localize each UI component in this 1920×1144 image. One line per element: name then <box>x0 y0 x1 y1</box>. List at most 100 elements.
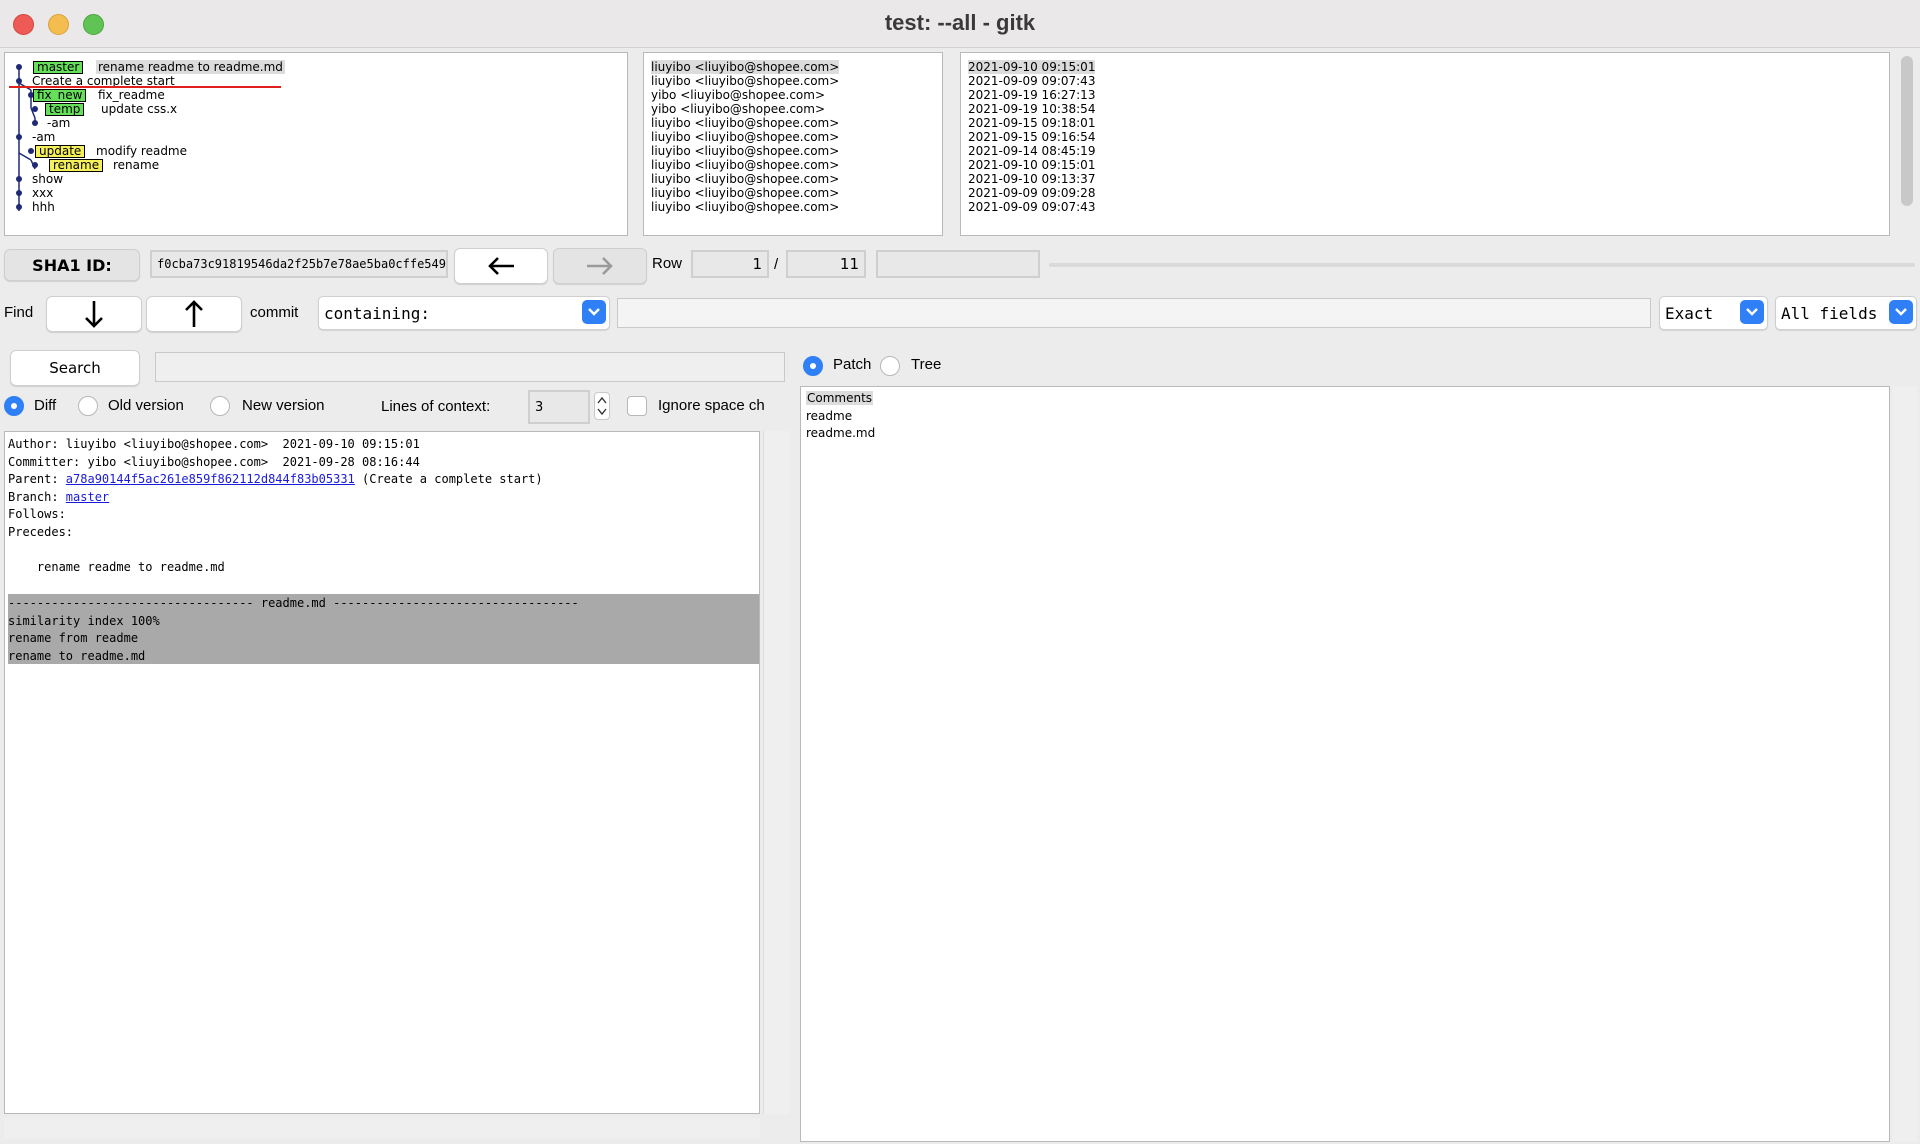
find-prev-button[interactable] <box>146 296 242 332</box>
progress-field <box>876 250 1040 278</box>
find-text-input[interactable] <box>617 298 1651 328</box>
author-row[interactable]: liuyibo <liuyibo@shopee.com> <box>651 200 839 214</box>
commit-details-pane[interactable]: Author: liuyibo <liuyibo@shopee.com> 202… <box>4 431 760 1114</box>
commit-date: 2021-09-09 09:07:43 <box>968 74 1096 88</box>
back-button[interactable] <box>454 248 548 284</box>
author-row[interactable]: liuyibo <liuyibo@shopee.com> <box>651 130 839 144</box>
diff-radio-label: Diff <box>34 397 57 414</box>
author-row[interactable]: liuyibo <liuyibo@shopee.com> <box>651 74 839 88</box>
commit-date: 2021-09-09 09:07:43 <box>968 200 1096 214</box>
find-next-button[interactable] <box>46 296 142 332</box>
author-row[interactable]: liuyibo <liuyibo@shopee.com> <box>651 60 840 74</box>
context-stepper[interactable] <box>594 392 610 420</box>
date-row[interactable]: 2021-09-19 10:38:54 <box>968 102 1095 116</box>
commit-row[interactable]: -am <box>47 116 70 130</box>
author-row[interactable]: liuyibo <liuyibo@shopee.com> <box>651 186 839 200</box>
find-mode-value: containing: <box>324 303 430 323</box>
parent-label: Parent: <box>8 472 66 486</box>
author-row[interactable]: yibo <liuyibo@shopee.com> <box>651 88 825 102</box>
find-mode-select[interactable]: containing: <box>318 296 610 330</box>
new-version-label: New version <box>242 397 325 414</box>
file-item[interactable]: Comments <box>806 390 874 408</box>
author-row[interactable]: liuyibo <liuyibo@shopee.com> <box>651 172 839 186</box>
author-row[interactable]: yibo <liuyibo@shopee.com> <box>651 102 825 116</box>
arrow-up-icon <box>185 300 203 327</box>
find-match-value: Exact <box>1665 303 1714 323</box>
commit-row[interactable]: update css.x <box>101 102 177 116</box>
date-row[interactable]: 2021-09-19 16:27:13 <box>968 88 1095 102</box>
branch-link[interactable]: master <box>66 490 109 504</box>
find-type-label: commit <box>250 304 299 321</box>
commit-row[interactable]: show <box>32 172 63 186</box>
commit-date: 2021-09-10 09:15:01 <box>968 60 1096 74</box>
author-list-pane[interactable]: liuyibo <liuyibo@shopee.com> liuyibo <li… <box>643 52 943 236</box>
commit-node <box>28 148 34 154</box>
scrollbar-thumb[interactable] <box>1901 56 1913 206</box>
author-name: liuyibo <liuyibo@shopee.com> <box>651 172 840 186</box>
sha1-id-field[interactable]: f0cba73c91819546da2f25b7e78ae5ba0cffe549 <box>150 250 448 278</box>
details-hscrollbar[interactable] <box>4 1118 760 1138</box>
window-title: test: --all - gitk <box>884 10 1036 35</box>
author-row[interactable]: liuyibo <liuyibo@shopee.com> <box>651 158 839 172</box>
commit-message: rename readme to readme.md <box>8 559 225 574</box>
date-row[interactable]: 2021-09-10 09:15:01 <box>968 158 1095 172</box>
date-row[interactable]: 2021-09-09 09:07:43 <box>968 74 1095 88</box>
date-row[interactable]: 2021-09-15 09:16:54 <box>968 130 1095 144</box>
arrow-down-icon <box>85 301 103 328</box>
file-list-scrollbar[interactable] <box>1893 386 1917 1142</box>
find-fields-select[interactable]: All fields <box>1775 296 1917 330</box>
commit-row[interactable]: -am <box>32 130 55 144</box>
date-row[interactable]: 2021-09-14 08:45:19 <box>968 144 1095 158</box>
branch-label-update[interactable]: update <box>35 145 86 158</box>
date-row[interactable]: 2021-09-15 09:18:01 <box>968 116 1095 130</box>
commit-subject: update css.x <box>101 102 178 116</box>
patch-radio[interactable] <box>803 356 823 376</box>
details-scrollbar[interactable] <box>763 431 789 1114</box>
branch-label-temp[interactable]: temp <box>45 103 85 116</box>
branch-label-fix-new[interactable]: fix_new <box>33 89 87 102</box>
file-list-pane[interactable]: Comments readme readme.md <box>800 386 1890 1142</box>
old-version-radio[interactable] <box>78 396 98 416</box>
search-button[interactable]: Search <box>10 350 140 386</box>
row-total-field: 11 <box>786 250 866 278</box>
commit-row[interactable]: xxx <box>32 186 53 200</box>
lines-of-context-input[interactable]: 3 <box>528 390 590 424</box>
date-row[interactable]: 2021-09-10 09:15:01 <box>968 60 1096 74</box>
author-name: liuyibo <liuyibo@shopee.com> <box>651 186 840 200</box>
search-input[interactable] <box>155 352 785 382</box>
file-item[interactable]: readme <box>806 408 852 426</box>
parent-subject: (Create a complete start) <box>354 472 543 486</box>
date-list-pane[interactable]: 2021-09-10 09:15:01 2021-09-09 09:07:43 … <box>960 52 1890 236</box>
date-row[interactable]: 2021-09-09 09:09:28 <box>968 186 1095 200</box>
commit-row[interactable]: rename readme to readme.md <box>96 60 285 74</box>
commit-graph-pane[interactable]: master rename readme to readme.md Create… <box>4 52 628 236</box>
branch-label-master[interactable]: master <box>33 61 84 74</box>
date-row[interactable]: 2021-09-09 09:07:43 <box>968 200 1095 214</box>
forward-button[interactable] <box>553 248 647 284</box>
commit-row[interactable]: rename <box>113 158 159 172</box>
precedes-line: Precedes: <box>8 524 74 539</box>
author-row[interactable]: liuyibo <liuyibo@shopee.com> <box>651 144 839 158</box>
commit-node <box>16 204 22 210</box>
branch-line: Branch: master <box>8 489 109 507</box>
commit-list-scrollbar[interactable] <box>1897 52 1917 236</box>
date-row[interactable]: 2021-09-10 09:13:37 <box>968 172 1095 186</box>
commit-node <box>32 106 38 112</box>
find-match-select[interactable]: Exact <box>1659 296 1768 330</box>
parent-line: Parent: a78a90144f5ac261e859f862112d844f… <box>8 471 543 489</box>
file-item[interactable]: readme.md <box>806 425 875 443</box>
diff-radio[interactable] <box>4 396 24 416</box>
tree-radio[interactable] <box>880 356 900 376</box>
commit-row[interactable]: fix_readme <box>98 88 165 102</box>
find-label: Find <box>4 304 34 321</box>
commit-subject: -am <box>32 130 56 144</box>
row-current-field[interactable]: 1 <box>691 250 769 278</box>
commit-row[interactable]: modify readme <box>96 144 187 158</box>
commit-row[interactable]: hhh <box>32 200 55 214</box>
branch-label-rename[interactable]: rename <box>49 159 104 172</box>
parent-hash-link[interactable]: a78a90144f5ac261e859f862112d844f83b05331 <box>66 472 355 486</box>
ignore-space-checkbox[interactable] <box>627 396 647 416</box>
commit-subject: rename readme to readme.md <box>96 60 285 74</box>
new-version-radio[interactable] <box>210 396 230 416</box>
author-row[interactable]: liuyibo <liuyibo@shopee.com> <box>651 116 839 130</box>
